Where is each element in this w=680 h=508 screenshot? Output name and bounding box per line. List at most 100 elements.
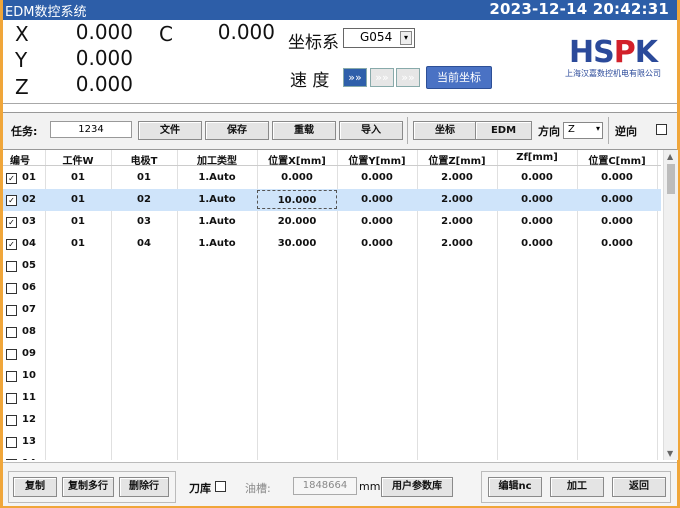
table-row[interactable]: ✓ 03 01 03 1.Auto 20.000 0.000 2.000 0.000 0.000 <box>3 211 661 233</box>
fast-forward-icon: »» <box>375 71 389 84</box>
import-button[interactable]: 导入 <box>339 121 403 140</box>
oil-unit: mm <box>359 480 381 493</box>
table-cell[interactable]: 01 <box>45 194 111 205</box>
axis-c-label: C <box>159 22 173 46</box>
divider <box>3 103 677 104</box>
table-row[interactable]: 05 <box>3 255 661 277</box>
coord-button[interactable]: 坐标 <box>413 121 477 140</box>
row-number: 14 <box>19 458 39 460</box>
axis-c-value: 0.000 <box>217 20 275 44</box>
table-cell[interactable]: 2.000 <box>417 216 497 227</box>
table-cell[interactable]: 01 <box>45 216 111 227</box>
row-checkbox[interactable] <box>6 459 17 460</box>
table-cell[interactable]: 01 <box>45 172 111 183</box>
row-checkbox[interactable] <box>6 371 17 382</box>
edm-button[interactable]: EDM <box>475 121 532 140</box>
table-cell[interactable]: 0.000 <box>497 194 577 205</box>
row-number: 09 <box>22 348 36 359</box>
scroll-down-icon[interactable]: ▼ <box>667 449 673 458</box>
table-cell[interactable]: 2.000 <box>417 194 497 205</box>
table-cell[interactable]: 0.000 <box>337 216 417 227</box>
table-cell[interactable]: 0.000 <box>497 172 577 183</box>
table-scrollbar[interactable]: ▲ ▼ <box>663 150 678 460</box>
table-cell[interactable]: 2.000 <box>417 172 497 183</box>
tool-lib-checkbox[interactable] <box>215 481 226 492</box>
table-cell[interactable]: 0.000 <box>577 238 657 249</box>
table-cell[interactable]: 02 <box>111 194 177 205</box>
row-number: 10 <box>22 370 36 381</box>
table-cell[interactable]: 1.Auto <box>177 238 257 249</box>
oil-label: 油槽: <box>245 482 271 495</box>
row-checkbox[interactable] <box>6 283 17 294</box>
table-cell[interactable]: 0.000 <box>337 238 417 249</box>
table-row[interactable]: ✓ 02 01 02 1.Auto 10.000 0.000 2.000 0.000 0.000 <box>3 189 661 211</box>
user-params-button[interactable]: 用户参数库 <box>381 477 453 497</box>
table-cell[interactable]: 20.000 <box>257 216 337 227</box>
table-row[interactable]: 07 <box>3 299 661 321</box>
row-checkbox[interactable] <box>6 415 17 426</box>
table-cell[interactable]: 30.000 <box>257 238 337 249</box>
reverse-checkbox[interactable] <box>656 124 667 135</box>
coord-system-select[interactable]: G054 ▾ <box>343 28 415 48</box>
axis-x-label: X <box>15 22 29 46</box>
speed-level-2-button[interactable]: »» <box>370 68 394 87</box>
current-coord-button[interactable]: 当前坐标 <box>426 66 492 89</box>
copy-button[interactable]: 复制 <box>13 477 57 497</box>
table-row[interactable]: 10 <box>3 365 661 387</box>
row-checkbox[interactable] <box>6 261 17 272</box>
task-input[interactable]: 1234 <box>50 121 132 138</box>
table-row[interactable]: 09 <box>3 343 661 365</box>
row-checkbox[interactable] <box>6 349 17 360</box>
table-cell[interactable]: 0.000 <box>577 172 657 183</box>
table-cell[interactable]: 0.000 <box>257 172 337 183</box>
row-checkbox[interactable] <box>6 437 17 448</box>
table-cell[interactable]: 04 <box>111 238 177 249</box>
table-cell[interactable]: 1.Auto <box>177 172 257 183</box>
table-cell[interactable]: 0.000 <box>497 238 577 249</box>
table-cell[interactable]: 0.000 <box>337 194 417 205</box>
row-checkbox[interactable]: ✓ <box>6 217 17 228</box>
row-checkbox[interactable] <box>6 305 17 316</box>
edit-nc-button[interactable]: 编辑nc <box>488 477 542 497</box>
reload-button[interactable]: 重载 <box>272 121 336 140</box>
table-cell[interactable]: 0.000 <box>577 194 657 205</box>
table-cell[interactable]: 01 <box>111 172 177 183</box>
save-button[interactable]: 保存 <box>205 121 269 140</box>
delete-row-button[interactable]: 删除行 <box>119 477 169 497</box>
table-cell[interactable]: 2.000 <box>417 238 497 249</box>
scrollbar-thumb[interactable] <box>667 164 675 194</box>
table-cell[interactable]: 1.Auto <box>177 194 257 205</box>
table-row[interactable]: 08 <box>3 321 661 343</box>
coord-system-value: G054 <box>360 30 393 44</box>
row-checkbox[interactable] <box>6 327 17 338</box>
table-row[interactable]: 12 <box>3 409 661 431</box>
back-button[interactable]: 返回 <box>612 477 666 497</box>
logo-subtitle: 上海汉嘉数控机电有限公司 <box>565 69 661 78</box>
table-cell[interactable]: 01 <box>45 238 111 249</box>
oil-input[interactable]: 1848664 <box>293 477 357 495</box>
table-cell[interactable]: 0.000 <box>577 216 657 227</box>
table-cell[interactable]: 0.000 <box>497 216 577 227</box>
table-row[interactable]: ✓ 04 01 04 1.Auto 30.000 0.000 2.000 0.000 0.000 <box>3 233 661 255</box>
table-row[interactable]: 11 <box>3 387 661 409</box>
process-button[interactable]: 加工 <box>550 477 604 497</box>
table-cell[interactable]: 1.Auto <box>177 216 257 227</box>
divider <box>608 117 609 144</box>
speed-level-1-button[interactable]: »» <box>343 68 367 87</box>
copy-multi-button[interactable]: 复制多行 <box>62 477 114 497</box>
row-checkbox[interactable]: ✓ <box>6 173 17 184</box>
row-checkbox[interactable] <box>6 393 17 404</box>
file-button[interactable]: 文件 <box>138 121 202 140</box>
direction-select[interactable]: Z ▾ <box>563 122 603 139</box>
speed-level-3-button[interactable]: »» <box>396 68 420 87</box>
table-row[interactable]: ✓ 01 01 01 1.Auto 0.000 0.000 2.000 0.000 0.000 <box>3 167 661 189</box>
table-cell[interactable]: 0.000 <box>337 172 417 183</box>
table-cell[interactable]: 03 <box>111 216 177 227</box>
table-row[interactable]: 14 <box>3 453 661 460</box>
scroll-up-icon[interactable]: ▲ <box>667 152 673 161</box>
row-checkbox[interactable]: ✓ <box>6 195 17 206</box>
row-checkbox[interactable]: ✓ <box>6 239 17 250</box>
table-row[interactable]: 06 <box>3 277 661 299</box>
table-row[interactable]: 13 <box>3 431 661 453</box>
table-cell[interactable]: 10.000 <box>257 190 337 209</box>
